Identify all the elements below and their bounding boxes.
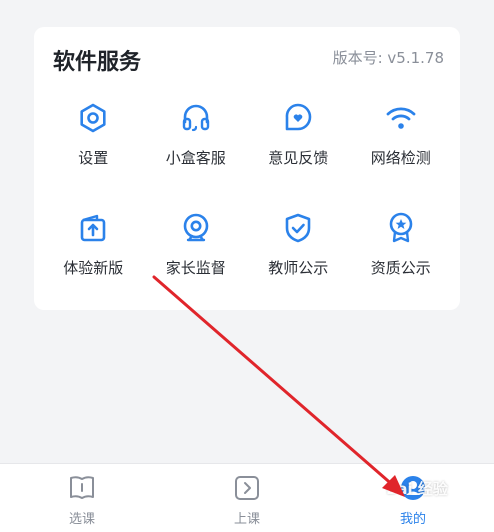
- qualification-disclosure-item[interactable]: 资质公示: [350, 211, 453, 321]
- network-check-label: 网络检测: [370, 149, 431, 167]
- parent-supervision-item[interactable]: 家长监督: [145, 211, 248, 321]
- tab-attend-class-label: 上课: [233, 512, 260, 527]
- try-new-version-label: 体验新版: [63, 259, 124, 277]
- teacher-disclosure-label: 教师公示: [268, 259, 329, 277]
- customer-service-item[interactable]: 小盒客服: [145, 101, 248, 211]
- upgrade-icon: [80, 214, 106, 242]
- tab-select-course-label: 选课: [68, 512, 95, 527]
- software-services-card: 软件服务 版本号: v5.1.78 设置 小盒客服 意见反馈 网络检测 体验新版…: [34, 27, 460, 310]
- headset-icon: [182, 104, 209, 132]
- tab-attend-class[interactable]: 上课: [187, 464, 307, 532]
- try-new-version-item[interactable]: 体验新版: [42, 211, 145, 321]
- version-number: 版本号: v5.1.78: [332, 49, 444, 67]
- camera-icon: [183, 213, 209, 242]
- card-title: 软件服务: [53, 50, 142, 75]
- teacher-disclosure-item[interactable]: 教师公示: [247, 211, 350, 321]
- gear-icon: [80, 103, 106, 133]
- wifi-icon: [386, 107, 416, 129]
- customer-service-label: 小盒客服: [165, 149, 226, 167]
- settings-item[interactable]: 设置: [42, 101, 145, 211]
- play-next-icon: [235, 476, 259, 500]
- feedback-label: 意见反馈: [268, 149, 329, 167]
- award-medal-icon: [389, 212, 413, 243]
- feedback-item[interactable]: 意见反馈: [247, 101, 350, 211]
- shield-check-icon: [285, 213, 311, 243]
- feedback-heart-icon: [285, 103, 312, 131]
- qualification-disclosure-label: 资质公示: [370, 259, 431, 277]
- book-icon: [70, 476, 94, 499]
- settings-label: 设置: [78, 149, 109, 167]
- watermark: Bai 经验: [386, 480, 448, 498]
- network-check-item[interactable]: 网络检测: [350, 101, 453, 211]
- parent-supervision-label: 家长监督: [165, 259, 226, 277]
- tab-my-profile-label: 我的: [399, 512, 426, 527]
- tab-select-course[interactable]: 选课: [22, 464, 142, 532]
- services-grid: 设置 小盒客服 意见反馈 网络检测 体验新版 家长监督 教师公示 资质公示: [42, 101, 452, 321]
